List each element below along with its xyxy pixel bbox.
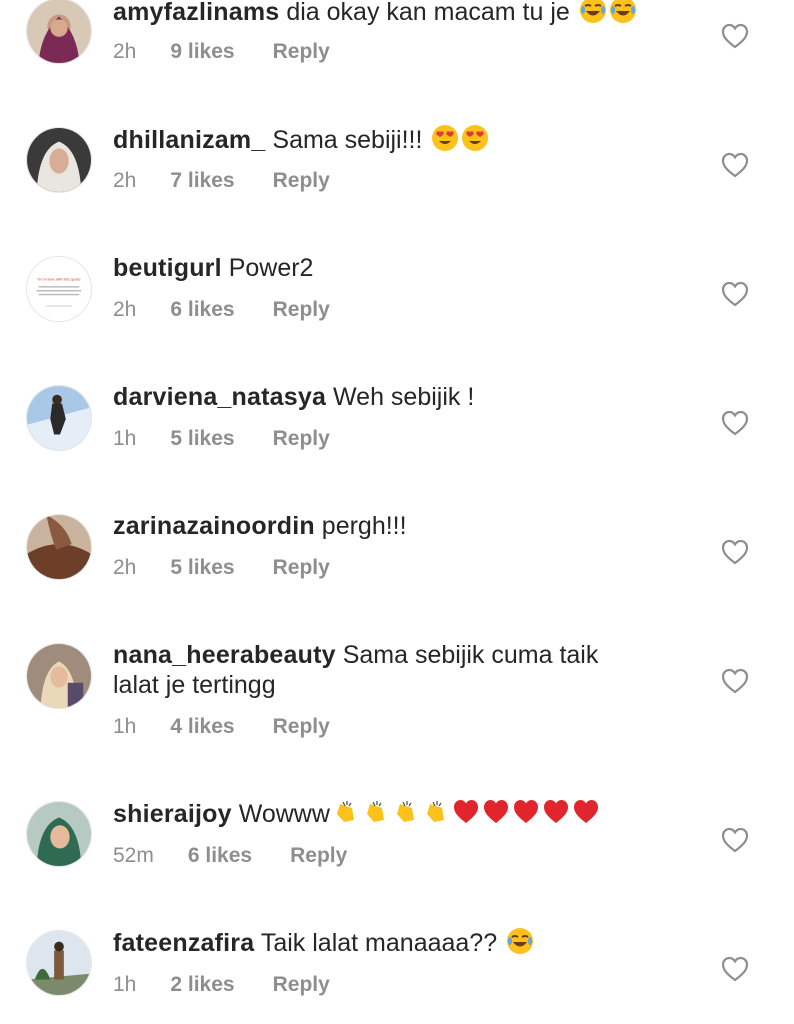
avatar[interactable]: [26, 0, 92, 64]
reply-button[interactable]: Reply: [290, 844, 347, 868]
heart-outline-icon[interactable]: [721, 668, 749, 694]
heart-eyes-emoji-icon: [429, 125, 489, 154]
reply-button[interactable]: Reply: [273, 715, 330, 739]
comment-username[interactable]: beutigurl: [113, 254, 222, 282]
heart-outline-icon[interactable]: [721, 152, 749, 178]
reply-button[interactable]: Reply: [273, 169, 330, 193]
comment-time: 52m: [113, 844, 154, 867]
comment-time: 1h: [113, 715, 137, 738]
comment-text: Weh sebijik !: [333, 383, 475, 411]
avatar[interactable]: [26, 930, 92, 996]
comment-text: Wowww: [238, 800, 330, 828]
comment-username[interactable]: dhillanizam_: [113, 126, 265, 154]
heart-outline-icon[interactable]: [721, 410, 749, 436]
reply-button[interactable]: Reply: [273, 556, 330, 580]
comment-likes[interactable]: 9 likes: [170, 40, 234, 64]
avatar[interactable]: [26, 385, 92, 451]
avatar[interactable]: [26, 127, 92, 193]
comment-time: 2h: [113, 298, 137, 321]
comment-text: dia okay kan macam tu je: [286, 0, 570, 26]
avatar[interactable]: [26, 514, 92, 580]
reply-button[interactable]: Reply: [273, 427, 330, 451]
comment-username[interactable]: amyfazlinams: [113, 0, 279, 26]
comment-time: 2h: [113, 40, 137, 63]
heart-outline-icon[interactable]: [721, 539, 749, 565]
comment-username[interactable]: shieraijoy: [113, 800, 232, 828]
clap-emoji-icon: [330, 800, 450, 828]
comment-username[interactable]: darviena_natasya: [113, 383, 326, 411]
avatar-quote-text: I'm in love with this quote: [38, 276, 81, 281]
comment-likes[interactable]: 7 likes: [170, 169, 234, 193]
comment-text: pergh!!!: [321, 512, 407, 540]
comment-likes[interactable]: 4 likes: [170, 715, 234, 739]
laugh-emoji-icon: [577, 0, 637, 26]
avatar[interactable]: I'm in love with this quote: [26, 256, 92, 322]
comment-likes[interactable]: 5 likes: [170, 427, 234, 451]
comment-time: 2h: [113, 556, 137, 579]
comment-text: Power2: [228, 254, 314, 282]
reply-button[interactable]: Reply: [273, 298, 330, 322]
heart-outline-icon[interactable]: [721, 23, 749, 49]
comment-likes[interactable]: 6 likes: [170, 298, 234, 322]
comment-text: Sama sebiji!!!: [272, 126, 423, 154]
comment-likes[interactable]: 2 likes: [170, 973, 234, 997]
reply-button[interactable]: Reply: [273, 973, 330, 997]
comment-time: 2h: [113, 169, 137, 192]
avatar[interactable]: [26, 643, 92, 709]
comment-likes[interactable]: 5 likes: [170, 556, 234, 580]
avatar[interactable]: [26, 801, 92, 867]
heart-outline-icon[interactable]: [721, 281, 749, 307]
red-heart-emoji-icon: [450, 800, 600, 828]
comment-username[interactable]: nana_heerabeauty: [113, 641, 336, 669]
heart-outline-icon[interactable]: [721, 956, 749, 982]
reply-button[interactable]: Reply: [273, 40, 330, 64]
comment-text: Taik lalat manaaaa??: [260, 929, 498, 957]
comment-likes[interactable]: 6 likes: [188, 844, 252, 868]
comment-time: 1h: [113, 973, 137, 996]
comment-time: 1h: [113, 427, 137, 450]
heart-outline-icon[interactable]: [721, 827, 749, 853]
comment-username[interactable]: fateenzafira: [113, 929, 254, 957]
laugh-emoji-icon: [504, 928, 534, 957]
comment-username[interactable]: zarinazainoordin: [113, 512, 315, 540]
